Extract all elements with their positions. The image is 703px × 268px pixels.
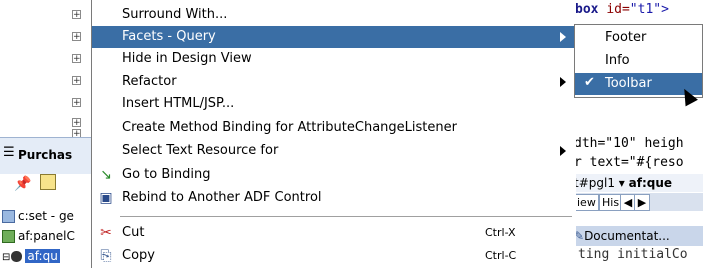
goto-binding-icon: ↘ xyxy=(100,167,112,183)
menu-item-copy[interactable]: ⎘ Copy Ctrl-C xyxy=(92,245,576,267)
checkmark-icon: ✔ xyxy=(584,75,595,90)
code-line: r text="#{reso xyxy=(574,155,684,170)
tab-history[interactable]: His xyxy=(599,194,623,211)
menu-item-hide-in-design-view[interactable]: Hide in Design View xyxy=(92,48,576,70)
component-icon xyxy=(2,230,15,243)
code-line: ting initialCo xyxy=(578,247,688,262)
menu-item-rebind[interactable]: ▣ Rebind to Another ADF Control xyxy=(92,187,576,209)
tree-expander[interactable]: + xyxy=(72,76,81,86)
menu-item-refactor[interactable]: Refactor xyxy=(92,71,576,93)
submenu-arrow-icon xyxy=(560,146,566,156)
breadcrumb[interactable]: t#pgl1 ▾ af:que xyxy=(574,174,703,192)
tab-view[interactable]: iew xyxy=(574,194,599,211)
submenu-item-info[interactable]: Info xyxy=(575,50,702,72)
scissors-icon: ✂ xyxy=(100,225,112,241)
documentation-tab[interactable]: ✎Documentat... xyxy=(574,226,703,246)
menu-separator xyxy=(120,216,572,217)
code-line: box id="t1"> xyxy=(575,2,669,17)
code-line: dth="10" heigh xyxy=(574,136,684,151)
menu-item-insert-html-jsp[interactable]: Insert HTML/JSP... xyxy=(92,93,576,115)
menu-item-surround-with[interactable]: Surround With... xyxy=(92,4,576,26)
context-menu: Surround With... Facets - Query Hide in … xyxy=(91,0,576,268)
list-item[interactable]: af:panelC xyxy=(2,229,75,243)
facets-submenu: Footer Info ✔ Toolbar xyxy=(574,24,703,98)
tree-expander[interactable]: + xyxy=(72,118,81,128)
panel-title: Purchas xyxy=(18,148,73,162)
editor-tabs: iew His ◀ ▶ xyxy=(574,193,703,211)
rebind-icon: ▣ xyxy=(99,190,113,206)
menu-item-create-method-binding[interactable]: Create Method Binding for AttributeChang… xyxy=(92,117,576,139)
menu-item-cut[interactable]: ✂ Cut Ctrl-X xyxy=(92,222,576,244)
tag-icon xyxy=(2,210,15,223)
submenu-arrow-icon xyxy=(560,77,566,87)
menu-item-select-text-resource[interactable]: Select Text Resource for xyxy=(92,140,576,162)
tree-expander[interactable]: + xyxy=(72,98,81,108)
tree-expander[interactable]: + xyxy=(72,32,81,42)
tree-expander[interactable]: + xyxy=(72,10,81,20)
list-item[interactable]: ⊟ af:qu xyxy=(2,249,60,263)
submenu-arrow-icon xyxy=(560,32,566,42)
menu-item-facets-query[interactable]: Facets - Query xyxy=(92,26,576,48)
scroll-right-icon[interactable]: ▶ xyxy=(634,194,650,211)
copy-icon: ⎘ xyxy=(100,248,112,264)
tree-list-icon: ☰ xyxy=(3,145,15,160)
pin-icon[interactable]: 📌 xyxy=(14,176,31,192)
list-item[interactable]: c:set - ge xyxy=(2,209,74,223)
menu-item-go-to-binding[interactable]: ↘ Go to Binding xyxy=(92,164,576,186)
tree-expander[interactable]: + xyxy=(72,54,81,64)
binoculars-icon xyxy=(11,251,23,262)
edit-icon[interactable] xyxy=(40,174,56,190)
submenu-item-footer[interactable]: Footer xyxy=(575,27,702,49)
